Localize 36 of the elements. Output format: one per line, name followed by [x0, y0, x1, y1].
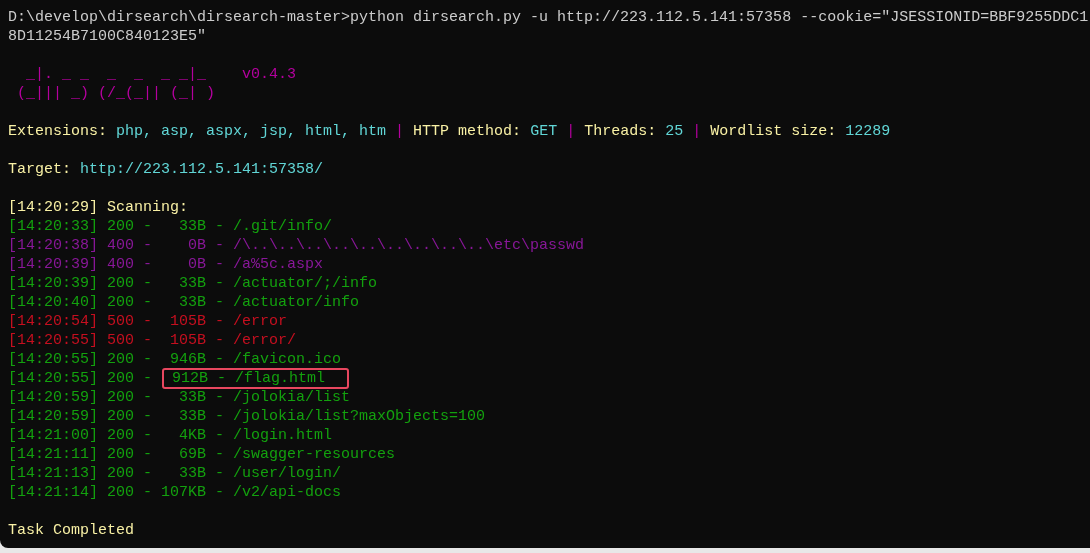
log-line: [14:20:39] 400 - 0B - /a%5c.aspx — [8, 255, 324, 274]
command-line: 8D11254B7100C840123E5" — [8, 27, 207, 46]
log-line: [14:20:59] 200 - 33B - /jolokia/list?maxObjects=100 — [8, 407, 486, 426]
info-separator: | — [691, 122, 703, 141]
info-value: GET — [530, 122, 558, 141]
info-label: Extensions: — [8, 122, 109, 141]
log-line: [14:20:55] 200 - — [8, 369, 154, 388]
log-line: [14:20:33] 200 - 33B - /.git/info/ — [8, 217, 333, 236]
info-value: 12289 — [845, 122, 891, 141]
info-value: 25 — [665, 122, 684, 141]
log-line: [14:20:40] 200 - 33B - /actuator/info — [8, 293, 360, 312]
highlighted-entry: 912B - /flag.html — [162, 368, 350, 389]
completion-message: Task Completed — [8, 521, 135, 540]
info-separator: | — [565, 122, 577, 141]
target-url: http://223.112.5.141:57358/ — [80, 160, 324, 179]
log-line: [14:21:13] 200 - 33B - /user/login/ — [8, 464, 342, 483]
log-line: [14:21:14] 200 - 107KB - /v2/api-docs — [8, 483, 342, 502]
scan-start-line: [14:20:29] Scanning: — [8, 198, 189, 217]
log-line: [14:20:54] 500 - 105B - /error — [8, 312, 288, 331]
log-line: [14:21:11] 200 - 69B - /swagger-resources — [8, 445, 396, 464]
log-line: [14:20:59] 200 - 33B - /jolokia/list — [8, 388, 351, 407]
target-label: Target: — [8, 160, 72, 179]
info-label: HTTP method: — [413, 122, 523, 141]
banner-art: (_||| _) (/_(_|| (_| ) — [16, 84, 217, 103]
info-label: Threads: — [584, 122, 658, 141]
version-label: v0.4.3 — [241, 65, 296, 84]
log-line: [14:20:38] 400 - 0B - /\..\..\..\..\..\..\..\..\..\etc\passwd — [8, 236, 585, 255]
info-label: Wordlist size: — [710, 122, 838, 141]
info-value: php, asp, aspx, jsp, html, htm — [116, 122, 387, 141]
command-line: D:\develop\dirsearch\dirsearch-master>python dirsearch.py -u http://223.112.5.141:57358 --cookie="JSESSIONID=BBF9255DDC1 — [8, 8, 1089, 27]
banner-art: _|. _ _ _ _ _ _|_ — [25, 65, 208, 84]
log-line: [14:20:39] 200 - 33B - /actuator/;/info — [8, 274, 378, 293]
log-line: [14:21:00] 200 - 4KB - /login.html — [8, 426, 333, 445]
log-line: [14:20:55] 200 - 946B - /favicon.ico — [8, 350, 342, 369]
log-line: [14:20:55] 500 - 105B - /error/ — [8, 331, 297, 350]
info-separator: | — [394, 122, 406, 141]
